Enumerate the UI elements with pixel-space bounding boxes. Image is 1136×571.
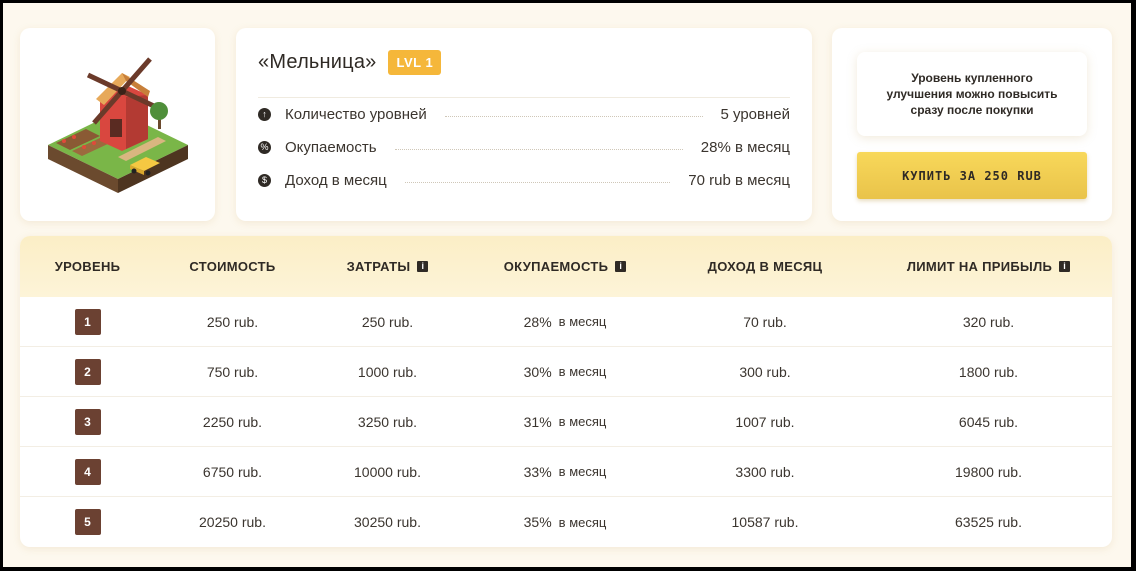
info-icon[interactable]: i	[1059, 261, 1071, 272]
table-header: УРОВЕНЬ СТОИМОСТЬ ЗАТРАТЫ i ОКУПАЕМОСТЬ i …	[20, 236, 1112, 297]
header-payback: ОКУПАЕМОСТЬ i	[465, 259, 665, 274]
header-income: ДОХОД В МЕСЯЦ	[707, 259, 823, 274]
info-label: Окупаемость	[285, 139, 377, 156]
header-limit: ЛИМИТ НА ПРИБЫЛЬ i	[865, 259, 1112, 274]
cell-income: 70 rub.	[743, 313, 787, 330]
cell-limit: 320 rub.	[962, 313, 1015, 330]
cell-limit: 19800 rub.	[955, 463, 1022, 480]
buy-button[interactable]: КУПИТЬ ЗА 250 RUB	[857, 152, 1087, 199]
dotted-leader	[404, 182, 671, 183]
buy-card: Уровень купленного улучшения можно повыс…	[832, 28, 1112, 221]
cell-cost: 250 rub.	[206, 313, 259, 330]
header-expenses: ЗАТРАТЫ i	[310, 259, 465, 274]
level-number: 1	[74, 308, 101, 335]
upgrade-note: Уровень купленного улучшения можно повыс…	[857, 52, 1087, 136]
dotted-leader	[394, 149, 683, 150]
arrow-up-icon: ↑	[258, 108, 271, 121]
cell-cost: 20250 rub.	[199, 514, 266, 530]
level-number: 2	[74, 358, 101, 385]
info-value: 28% в месяц	[700, 139, 790, 156]
cell-expenses: 3250 rub.	[357, 413, 418, 430]
cell-income: 300 rub.	[739, 363, 791, 380]
cell-cost: 2250 rub.	[202, 413, 263, 430]
table-row: 2 750 rub. 1000 rub. 30% в месяц 300 rub.…	[20, 347, 1112, 397]
header-cost: СТОИМОСТЬ	[189, 259, 276, 274]
cell-payback: 35% в месяц	[523, 514, 607, 530]
table-row: 1 250 rub. 250 rub. 28% в месяц 70 rub. 3…	[20, 297, 1112, 347]
level-badge: LVL 1	[388, 50, 442, 75]
percent-icon: %	[258, 141, 271, 154]
cell-payback: 33% в месяц	[523, 463, 607, 480]
level-number: 3	[74, 408, 101, 435]
cell-expenses: 250 rub.	[361, 313, 414, 330]
info-value: 70 rub в месяц	[688, 172, 790, 189]
info-row-income: $ Доход в месяц 70 rub в месяц	[258, 164, 790, 197]
info-value: 5 уровней	[720, 106, 791, 123]
product-image-card	[20, 28, 215, 221]
table-row: 5 20250 rub. 30250 rub. 35% в месяц 10587…	[20, 497, 1112, 547]
product-title: «Мельница»	[258, 51, 377, 73]
cell-payback: 30% в месяц	[523, 363, 607, 380]
page-frame: «Мельница» LVL 1 ↑ Количество уровней 5 …	[2, 2, 1132, 568]
cell-expenses: 1000 rub.	[357, 363, 418, 380]
info-row-payback: % Окупаемость 28% в месяц	[258, 131, 790, 164]
info-icon[interactable]: i	[417, 261, 429, 272]
info-label: Доход в месяц	[285, 172, 387, 189]
cell-limit: 1800 rub.	[958, 363, 1019, 380]
coin-icon: $	[258, 174, 271, 187]
product-info-card: «Мельница» LVL 1 ↑ Количество уровней 5 …	[236, 28, 812, 221]
cell-limit: 63525 rub.	[955, 514, 1022, 530]
info-label: Количество уровней	[285, 106, 427, 123]
cell-expenses: 30250 rub.	[354, 514, 421, 530]
cell-income: 10587 rub.	[731, 514, 799, 530]
cell-payback: 28% в месяц	[523, 313, 607, 330]
levels-table: УРОВЕНЬ СТОИМОСТЬ ЗАТРАТЫ i ОКУПАЕМОСТЬ i …	[20, 236, 1112, 547]
dotted-leader	[444, 116, 703, 117]
cell-payback: 31% в месяц	[523, 413, 607, 430]
cell-income: 1007 rub.	[735, 413, 795, 430]
windmill-icon	[47, 57, 188, 193]
cell-cost: 750 rub.	[206, 363, 259, 380]
level-number: 5	[74, 509, 101, 535]
table-row: 4 6750 rub. 10000 rub. 33% в месяц 3300 r…	[20, 447, 1112, 497]
info-row-levels: ↑ Количество уровней 5 уровней	[258, 98, 790, 131]
product-header: «Мельница» LVL 1	[258, 28, 790, 98]
table-row: 3 2250 rub. 3250 rub. 31% в месяц 1007 ru…	[20, 397, 1112, 447]
cell-limit: 6045 rub.	[958, 413, 1019, 430]
level-number: 4	[74, 458, 101, 485]
cell-income: 3300 rub.	[735, 463, 795, 480]
cell-cost: 6750 rub.	[202, 463, 263, 480]
info-icon[interactable]: i	[615, 261, 627, 272]
header-level: УРОВЕНЬ	[54, 259, 121, 274]
cell-expenses: 10000 rub.	[354, 463, 421, 480]
